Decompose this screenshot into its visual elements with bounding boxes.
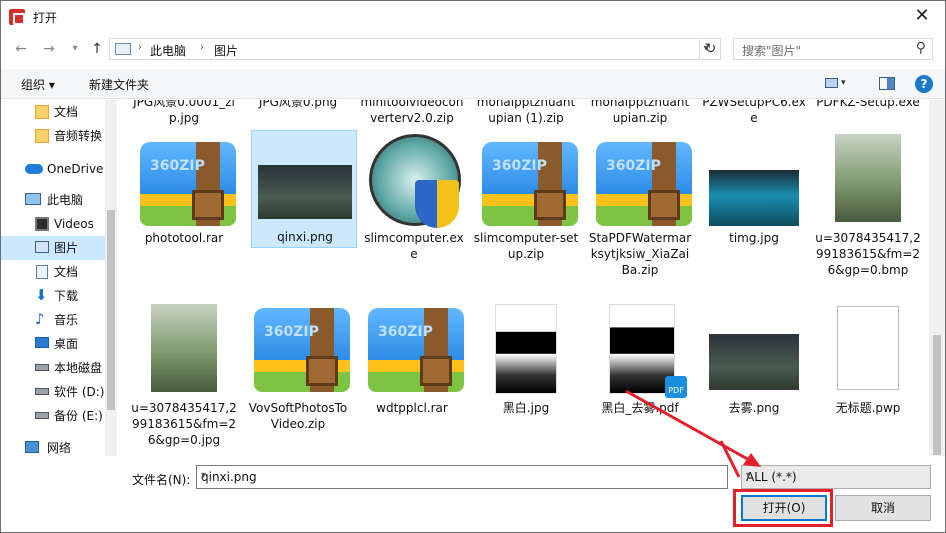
annotation-arrows <box>625 389 761 478</box>
arrow-to-filetype <box>625 389 752 463</box>
arrowhead-icon <box>743 453 761 467</box>
arrow-to-open <box>719 440 741 478</box>
open-file-dialog: 打开 ✕ ← → ▾ ↑ › 此电脑 › 图片 ▾ ↻ 搜索"图片" ⚲ 组织 … <box>0 0 946 533</box>
